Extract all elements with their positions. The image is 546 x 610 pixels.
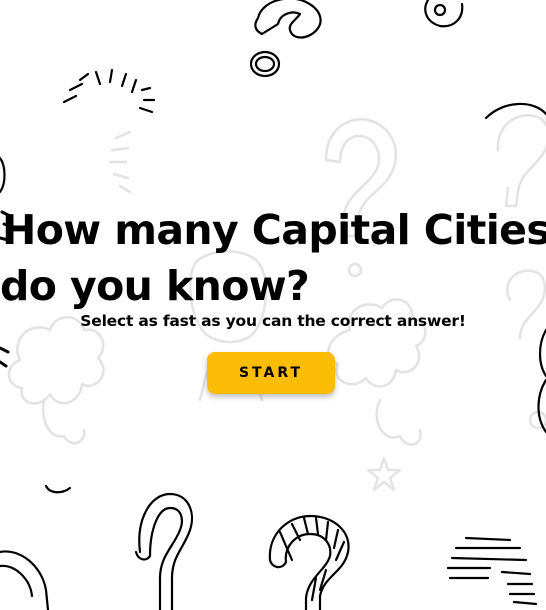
question-mark-doodle-icon xyxy=(254,0,322,39)
question-mark-doodle-icon xyxy=(424,0,464,28)
subtitle: Select as fast as you can the correct an… xyxy=(0,312,546,330)
title-line-1: How many Capital Cities xyxy=(2,206,546,254)
question-mark-doodle-icon xyxy=(268,514,350,610)
start-button[interactable]: START xyxy=(207,352,335,394)
star-doodle-icon xyxy=(366,456,402,492)
page-title: How many Capital Cities do you know? xyxy=(0,202,546,314)
cloud-doodle-icon xyxy=(375,398,422,446)
sun-rays-doodle-icon xyxy=(62,68,156,114)
stripes-doodle-icon xyxy=(446,536,538,606)
question-mark-doodle-icon xyxy=(138,492,194,610)
question-mark-dot-icon xyxy=(249,50,281,78)
cloud-doodle-icon xyxy=(41,398,86,445)
question-mark-doodle-icon xyxy=(496,114,546,208)
question-mark-doodle-icon xyxy=(484,102,546,120)
title-line-2: do you know? xyxy=(0,262,310,310)
subtitle-text: Select as fast as you can the correct an… xyxy=(80,312,466,330)
sun-rays-doodle-icon xyxy=(108,130,132,194)
cloud-doodle-icon xyxy=(7,316,105,405)
